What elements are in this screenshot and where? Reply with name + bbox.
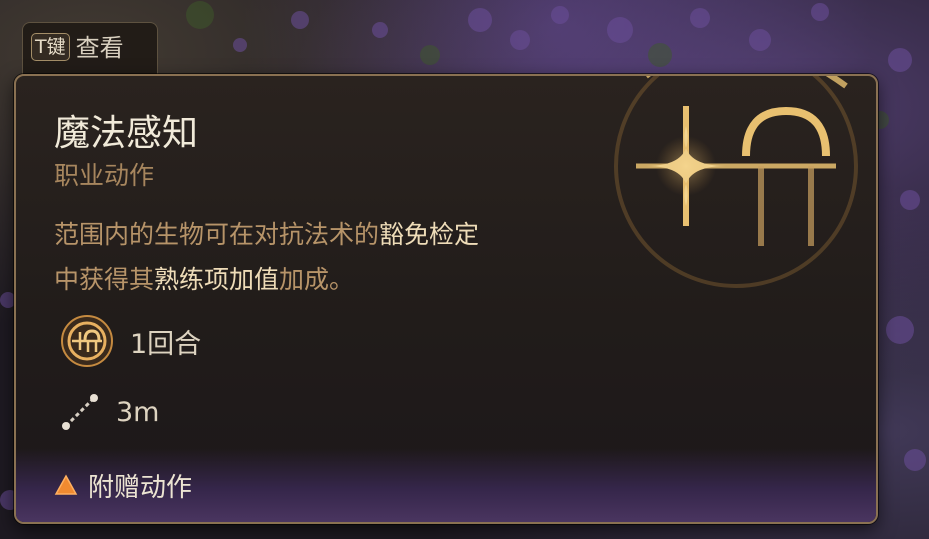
- action-range-text: 3m: [116, 396, 160, 428]
- action-emblem-icon: [61, 315, 113, 367]
- keyword-saving-throw[interactable]: 豁免检定: [379, 220, 479, 249]
- action-type-label: 附赠动作: [88, 472, 193, 503]
- action-range-row: 3m: [60, 392, 159, 432]
- action-category: 职业动作: [54, 161, 155, 190]
- action-tooltip: 魔法感知 职业动作 范围内的生物可在对抗法术的豁免检定 中获得其熟练项加值加成。…: [14, 74, 878, 524]
- inspect-hint-tab[interactable]: T键 查看: [22, 22, 158, 78]
- inspect-hint-label: 查看: [75, 34, 124, 62]
- keyword-proficiency-bonus[interactable]: 熟练项加值: [154, 265, 279, 294]
- description-text: 中获得其: [54, 265, 155, 294]
- action-type-footer: 附赠动作: [16, 448, 876, 522]
- action-description: 范围内的生物可在对抗法术的豁免检定 中获得其熟练项加值加成。: [54, 212, 654, 302]
- bonus-action-triangle-icon: [54, 474, 78, 495]
- t-key-badge: T键: [31, 33, 70, 61]
- description-text: 加成。: [279, 265, 355, 294]
- action-title: 魔法感知: [54, 113, 199, 154]
- action-cost-text: 1回合: [130, 328, 202, 360]
- description-text: 范围内的生物可在对抗法术的: [54, 220, 380, 249]
- ruler-icon: [62, 394, 98, 430]
- action-cost-row: 1回合: [60, 314, 201, 368]
